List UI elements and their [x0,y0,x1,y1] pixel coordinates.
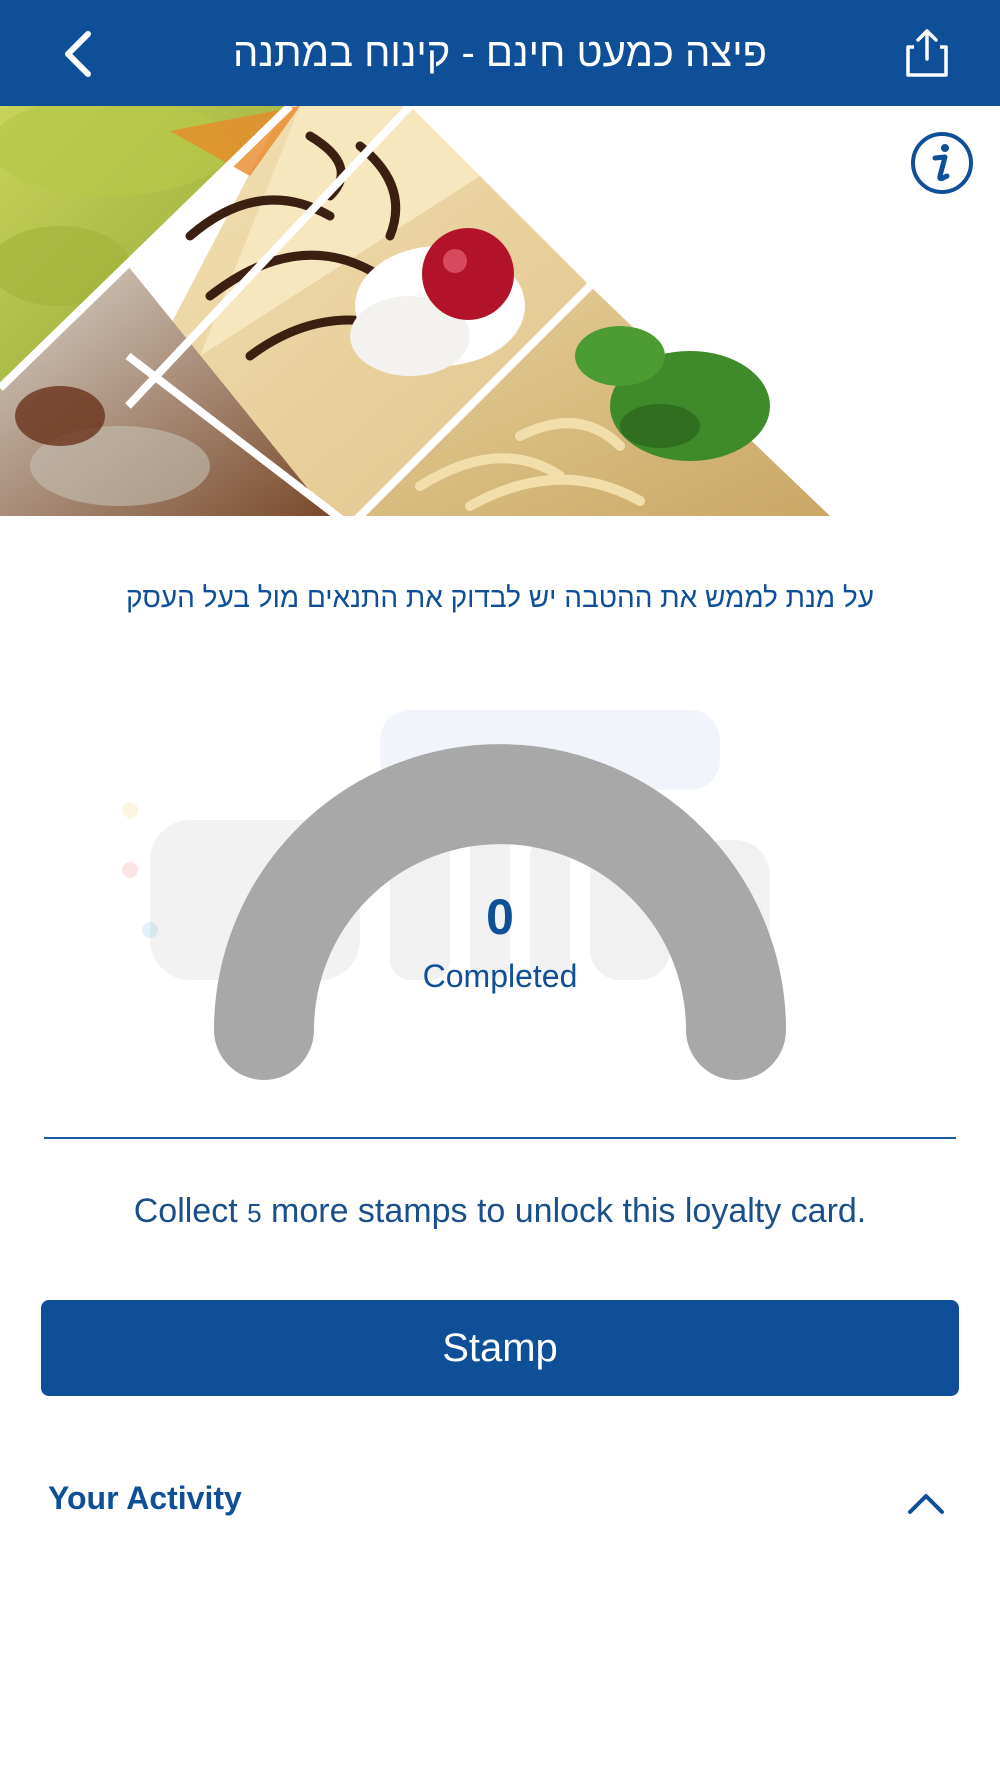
collect-prefix: Collect [133,1192,248,1230]
hero-banner [0,106,1000,518]
activity-section-title: Your Activity [48,1480,242,1516]
info-icon [911,132,973,194]
section-divider [44,1137,956,1139]
food-collage-image [0,106,830,518]
stamp-button[interactable]: Stamp [41,1300,959,1396]
share-button[interactable] [894,20,960,86]
top-bar: פיצה כמעט חינם - קינוח במתנה [0,0,1000,106]
info-button[interactable] [909,130,975,196]
back-button[interactable] [48,24,108,84]
loyalty-progress: 0 Completed [0,690,1000,1090]
collect-suffix: more stamps to unlock this loyalty card. [261,1192,867,1230]
remaining-stamps-count: 5 [247,1198,262,1228]
collect-message: Collect 5 more stamps to unlock this loy… [40,1192,960,1231]
chevron-left-icon [65,31,91,77]
page-title: פיצה כמעט חינם - קינוח במתנה [233,30,767,75]
completed-label: Completed [422,958,578,994]
activity-collapse-toggle[interactable] [904,1482,948,1526]
completed-count: 0 [486,889,514,945]
terms-notice: על מנת לממש את ההטבה יש לבדוק את התנאים … [125,582,875,613]
chevron-up-icon [908,1494,944,1514]
share-icon [906,29,948,77]
